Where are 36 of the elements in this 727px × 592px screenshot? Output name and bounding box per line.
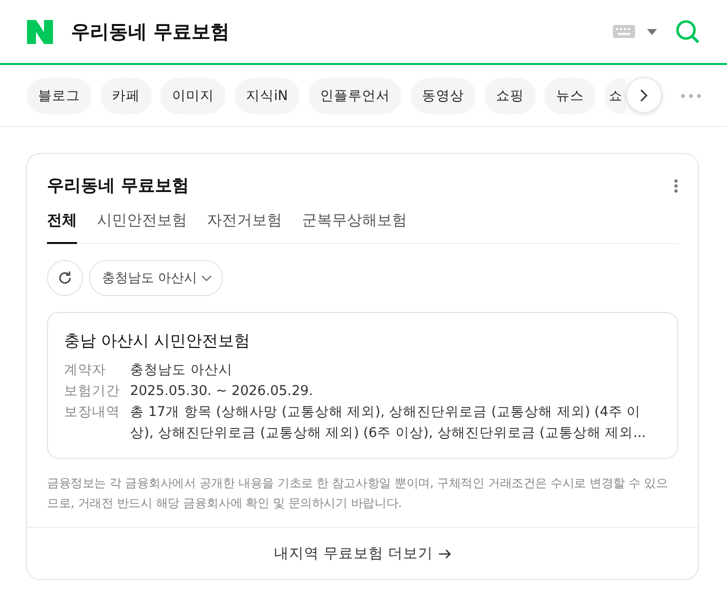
caret-icon[interactable] (647, 28, 657, 34)
category-chip[interactable]: 인플루언서 (308, 78, 402, 114)
filter-tab[interactable]: 시민안전보험 (97, 211, 187, 244)
field-value: 2025.05.30. ~ 2026.05.29. (130, 382, 314, 401)
field-value: 충청남도 아산시 (130, 361, 232, 380)
category-chip[interactable]: 동영상 (410, 78, 476, 114)
category-chip[interactable]: 뉴스 (544, 78, 596, 114)
region-dropdown[interactable]: 충청남도 아산시 (89, 260, 224, 296)
refresh-button[interactable] (47, 260, 83, 296)
chevron-down-icon (201, 274, 212, 282)
field-value: 총 17개 항목 (상해사망 (교통상해 제외), 상해진단위로금 (교통상해 제외) (4주 이상), 상해진단위로금 (교통상해 제외) (6주 이상), 상해진단위로금 (교통상해 제외... (130, 403, 647, 443)
category-chip[interactable]: 카페 (100, 78, 152, 114)
logo-icon (27, 20, 53, 44)
category-chip[interactable]: 쇼핑 (484, 78, 536, 114)
kebab-menu-icon[interactable] (674, 178, 678, 192)
category-chip[interactable]: 쇼 (604, 78, 626, 114)
category-chip[interactable]: 블로그 (26, 78, 92, 114)
search-query[interactable]: 우리동네 무료보험 (71, 18, 595, 44)
filter-tab[interactable]: 전체 (47, 211, 77, 244)
policy-card[interactable]: 충남 아산시 시민안전보험 계약자 충청남도 아산시 보험기간 2025.05.30. ~ 2026.05.29. 보장내역 총 17개 항목 (상해사망 (교통상해 제외), 상해진단위로금 (교통상해 제외) (4주 이상), 상해진단위로금 (교통상해 제외) (6주 이상), 상해진단위로금 (교통상해 제외... (47, 312, 678, 459)
disclaimer-text: 금융정보는 각 금융회사에서 공개한 내용을 기초로 한 참고사항일 뿐이며, 구체적인 거래조건은 수시로 변경할 수 있으므로, 거래전 반드시 해당 금융회사에 확인 및 문의하시기 바랍니다. (47, 475, 669, 512)
filter-tab[interactable]: 자전거보험 (207, 211, 282, 244)
card-title: 우리동네 무료보험 (47, 175, 189, 197)
category-chip[interactable]: 이미지 (160, 78, 226, 114)
more-link[interactable]: 내지역 무료보험 더보기 (274, 544, 452, 563)
next-button[interactable] (626, 77, 662, 113)
field-label: 보장내역 (64, 403, 121, 422)
category-chip[interactable]: 지식iN (234, 78, 300, 114)
arrow-right-icon (439, 548, 452, 558)
policy-title[interactable]: 충남 아산시 시민안전보험 (64, 331, 661, 352)
chevron-right-icon (640, 88, 648, 102)
filter-tab[interactable]: 군복무상해보험 (302, 211, 407, 244)
field-label: 보험기간 (64, 382, 121, 401)
search-icon[interactable] (675, 18, 701, 44)
refresh-icon (57, 270, 73, 286)
field-label: 계약자 (64, 361, 107, 380)
